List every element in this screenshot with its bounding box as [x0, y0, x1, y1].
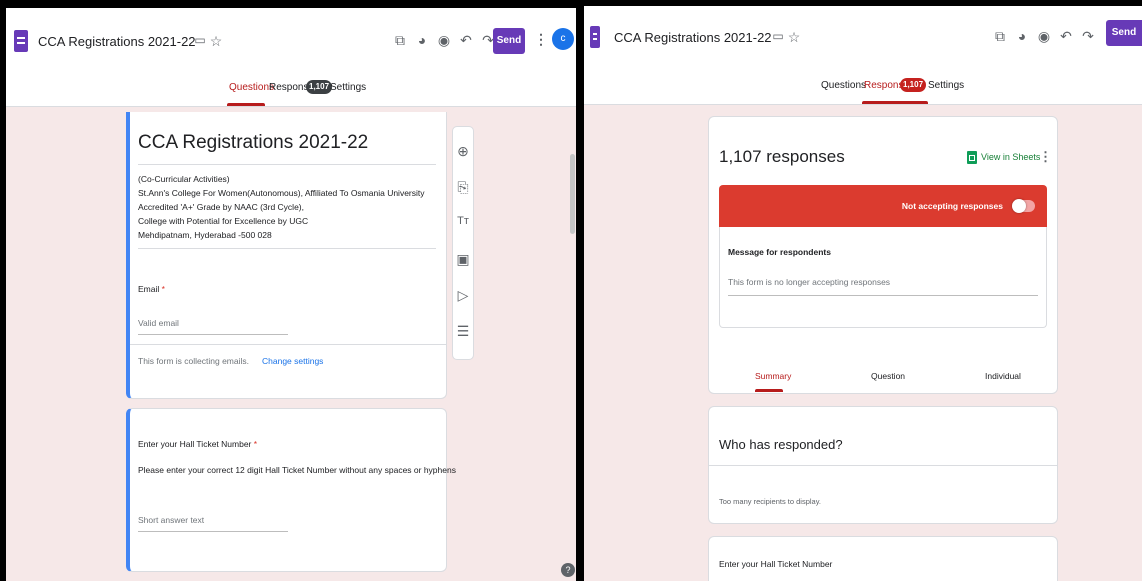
top-bar: CCA Registrations 2021-22 ▭ ☆ ⧉ ◕ ◉ ↶ ↷ … [6, 8, 576, 72]
toggle-knob[interactable] [1012, 199, 1026, 213]
message-input[interactable]: This form is no longer accepting respons… [728, 277, 890, 287]
email-label: Email * [138, 284, 165, 294]
top-bar: CCA Registrations 2021-22 ▭ ☆ ⧉ ◕ ◉ ↶ ↷ … [584, 6, 1142, 68]
active-tab-indicator [862, 101, 928, 104]
divider [138, 164, 436, 165]
add-question-icon[interactable]: ⊕ [455, 143, 471, 160]
add-image-icon[interactable]: ▣ [455, 251, 471, 268]
tab-settings[interactable]: Settings [330, 82, 366, 93]
divider [709, 465, 1057, 466]
scrollbar[interactable] [570, 154, 575, 234]
description-line: (Co-Curricular Activities) [138, 174, 230, 184]
question-title: Enter your Hall Ticket Number * [138, 439, 257, 449]
tab-settings[interactable]: Settings [928, 80, 964, 91]
view-in-sheets-link[interactable]: View in Sheets [981, 152, 1040, 162]
change-settings-link[interactable]: Change settings [262, 356, 323, 366]
required-asterisk: * [253, 439, 258, 449]
responses-view: CCA Registrations 2021-22 ▭ ☆ ⧉ ◕ ◉ ↶ ↷ … [584, 6, 1142, 581]
question-title-text: Enter your Hall Ticket Number [138, 439, 252, 449]
message-underline [728, 295, 1038, 296]
send-button[interactable]: Send [493, 28, 525, 54]
addon-icon[interactable]: ⧉ [392, 32, 408, 49]
form-title[interactable]: CCA Registrations 2021-22 [614, 30, 772, 45]
message-box: Message for respondents This form is no … [719, 227, 1047, 328]
responses-window: CCA Registrations 2021-22 ▭ ☆ ⧉ ◕ ◉ ↶ ↷ … [584, 6, 1142, 581]
star-icon[interactable]: ☆ [786, 29, 802, 46]
email-label-text: Email [138, 284, 160, 294]
forms-logo-icon[interactable] [14, 30, 28, 52]
form-header-card: CCA Registrations 2021-22 (Co-Curricular… [126, 112, 447, 399]
active-subtab-indicator [755, 389, 783, 392]
import-questions-icon[interactable]: ⎘ [455, 179, 471, 196]
required-asterisk: * [161, 284, 165, 294]
undo-icon[interactable]: ↶ [458, 32, 474, 49]
tab-bar: Questions Responses 1,107 Settings [6, 72, 576, 107]
description-line: St.Ann's College For Women(Autonomous), … [138, 188, 425, 198]
send-button[interactable]: Send [1106, 20, 1142, 46]
undo-icon[interactable]: ↶ [1058, 28, 1074, 45]
active-tab-indicator [227, 103, 265, 106]
questions-window: CCA Registrations 2021-22 ▭ ☆ ⧉ ◕ ◉ ↶ ↷ … [0, 0, 580, 581]
email-input[interactable]: Valid email [138, 318, 179, 328]
responses-count-badge: 1,107 [306, 80, 333, 94]
star-icon[interactable]: ☆ [208, 33, 224, 50]
short-answer-input[interactable]: Short answer text [138, 515, 204, 525]
responses-count-badge: 1,107 [900, 78, 927, 92]
responses-summary-card: 1,107 responses View in Sheets ⋮ Not acc… [708, 116, 1058, 394]
who-responded-text: Too many recipients to display. [719, 497, 821, 506]
redo-icon[interactable]: ↷ [1080, 28, 1096, 45]
questions-editor: CCA Registrations 2021-22 ▭ ☆ ⧉ ◕ ◉ ↶ ↷ … [6, 8, 576, 581]
question-summary-title: Enter your Hall Ticket Number [719, 559, 833, 569]
addon-icon[interactable]: ⧉ [992, 28, 1008, 45]
floating-toolbar: ⊕ ⎘ Tт ▣ ▷ ☰ [452, 126, 474, 360]
description-line: Accredited 'A+' Grade by NAAC (3rd Cycle… [138, 202, 304, 212]
email-input-underline [138, 334, 288, 335]
add-video-icon[interactable]: ▷ [455, 287, 471, 304]
description-line: Mehdipatnam, Hyderabad -500 028 [138, 230, 272, 240]
sheets-icon[interactable] [967, 151, 977, 164]
collecting-emails-note: This form is collecting emails. [138, 356, 250, 366]
divider [130, 344, 446, 345]
subtab-question[interactable]: Question [871, 371, 905, 381]
responses-count-heading: 1,107 responses [719, 147, 845, 166]
message-label: Message for respondents [728, 247, 831, 257]
palette-icon[interactable]: ◕ [414, 32, 430, 48]
tab-bar: Questions Responses 1,107 Settings [584, 68, 1142, 105]
folder-icon[interactable]: ▭ [770, 29, 786, 43]
question-summary-card: Enter your Hall Ticket Number [708, 536, 1058, 581]
who-responded-title: Who has responded? [719, 437, 843, 452]
description-line: College with Potential for Excellence by… [138, 216, 309, 226]
account-avatar[interactable]: c [552, 28, 574, 50]
preview-eye-icon[interactable]: ◉ [436, 32, 452, 49]
question-description: Please enter your correct 12 digit Hall … [138, 465, 456, 475]
divider [138, 248, 436, 249]
not-accepting-label: Not accepting responses [901, 201, 1003, 211]
not-accepting-banner: Not accepting responses [719, 185, 1047, 227]
forms-logo-icon[interactable] [590, 26, 600, 48]
subtab-individual[interactable]: Individual [985, 371, 1021, 381]
short-answer-underline [138, 531, 288, 532]
form-title[interactable]: CCA Registrations 2021-22 [38, 34, 196, 49]
tab-questions[interactable]: Questions [821, 80, 866, 91]
folder-icon[interactable]: ▭ [192, 33, 208, 47]
tab-questions[interactable]: Questions [229, 82, 274, 93]
question-card[interactable]: Enter your Hall Ticket Number * Please e… [126, 408, 456, 572]
who-responded-card: Who has responded? Too many recipients t… [708, 406, 1058, 524]
add-title-icon[interactable]: Tт [455, 215, 471, 227]
add-section-icon[interactable]: ☰ [455, 323, 471, 340]
subtab-summary[interactable]: Summary [755, 371, 791, 381]
preview-eye-icon[interactable]: ◉ [1036, 28, 1052, 45]
more-options-icon[interactable]: ⋮ [533, 31, 549, 48]
palette-icon[interactable]: ◕ [1014, 28, 1030, 44]
form-heading[interactable]: CCA Registrations 2021-22 [138, 132, 368, 154]
help-icon[interactable]: ? [561, 563, 575, 577]
more-options-icon[interactable]: ⋮ [1039, 149, 1052, 165]
